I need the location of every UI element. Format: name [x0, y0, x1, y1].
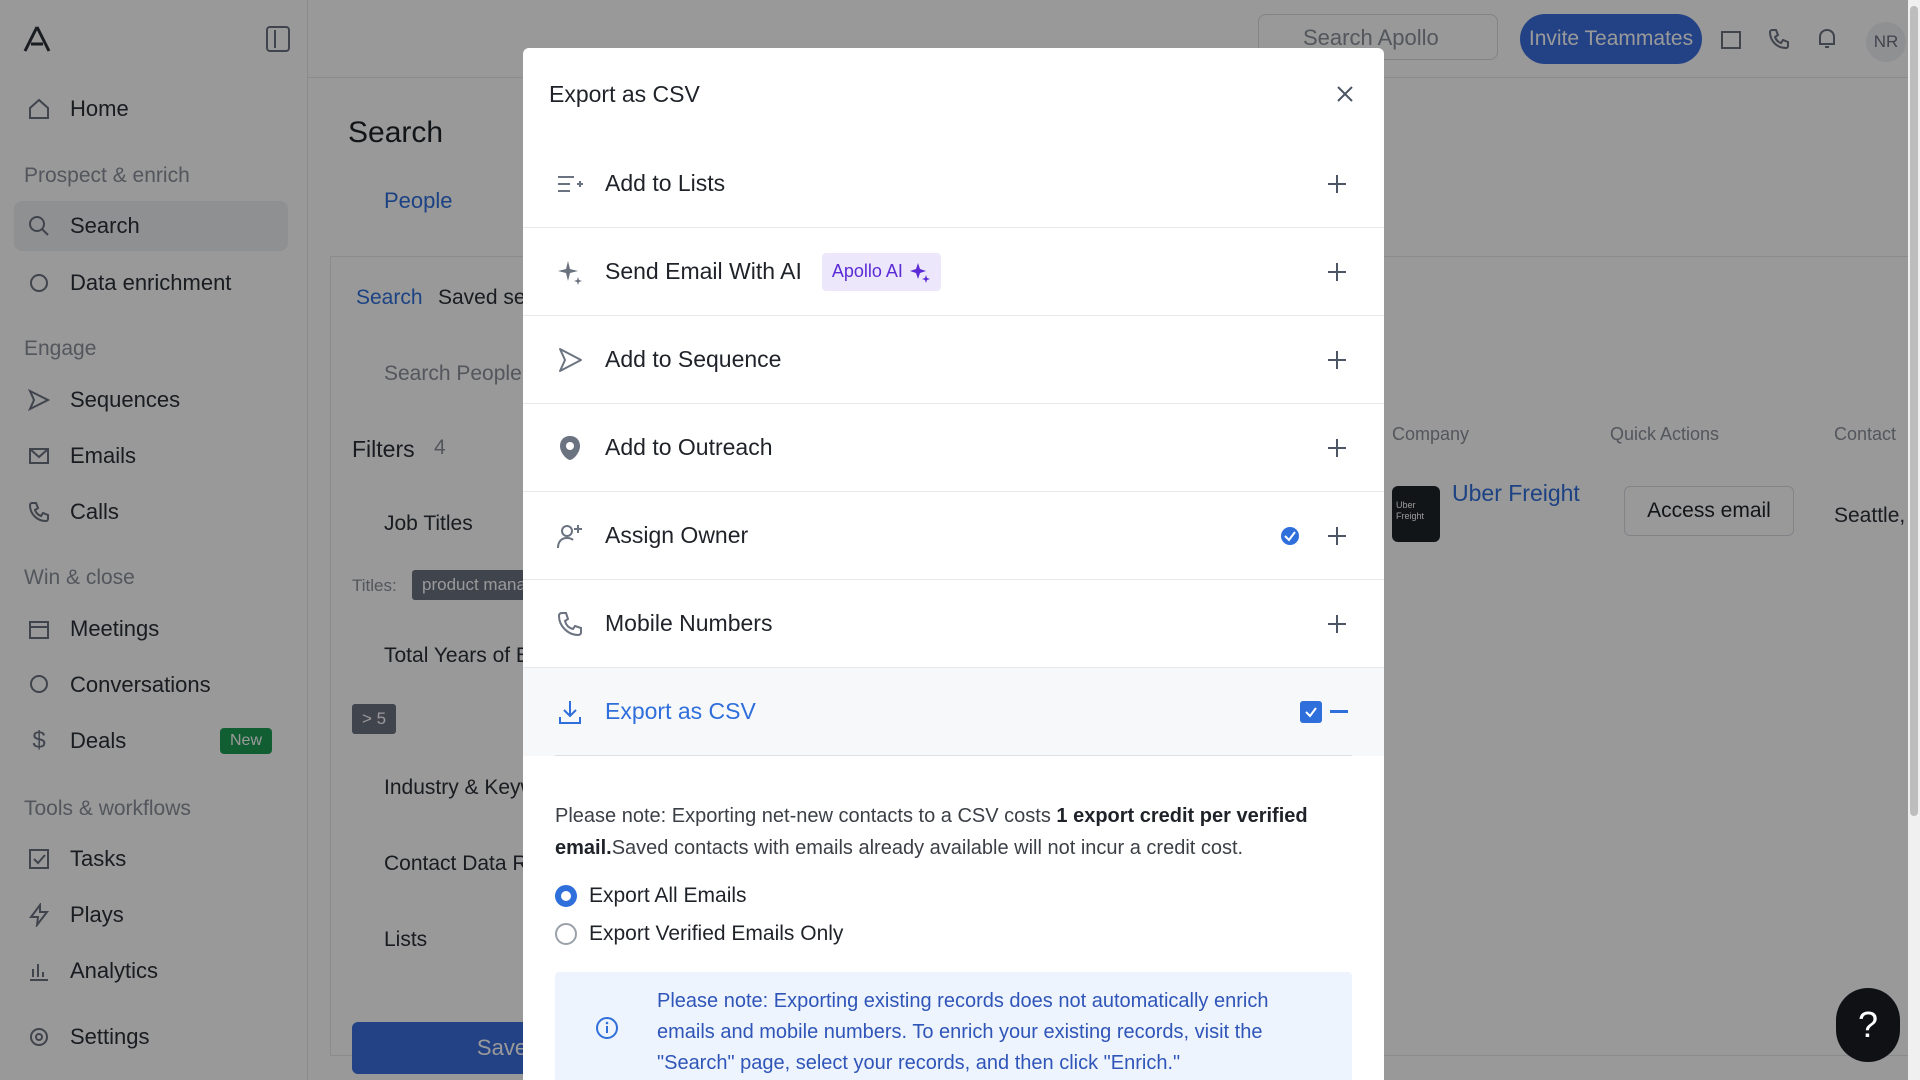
option-send-email-ai[interactable]: Send Email With AI Apollo AI: [523, 228, 1384, 316]
info-icon: [596, 1017, 618, 1039]
option-add-to-sequence[interactable]: Add to Sequence: [523, 316, 1384, 404]
export-csv-section: Export as CSV: [523, 668, 1384, 756]
sparkle-icon: [909, 262, 930, 283]
download-icon: [555, 697, 585, 727]
radio-export-verified[interactable]: Export Verified Emails Only: [555, 922, 1352, 946]
radio-button-selected[interactable]: [555, 885, 577, 907]
plus-icon[interactable]: [1324, 523, 1350, 549]
option-add-to-outreach[interactable]: Add to Outreach: [523, 404, 1384, 492]
plus-icon[interactable]: [1324, 171, 1350, 197]
radio-label: Export Verified Emails Only: [589, 922, 844, 945]
option-add-to-lists[interactable]: Add to Lists: [523, 140, 1384, 228]
modal-header: Export as CSV: [523, 48, 1384, 140]
phone-icon: [555, 609, 585, 639]
option-label: Send Email With AI Apollo AI: [605, 252, 1324, 291]
option-label: Mobile Numbers: [605, 610, 773, 636]
option-label: Add to Sequence: [605, 346, 782, 372]
export-checkbox[interactable]: [1300, 700, 1322, 723]
plus-icon[interactable]: [1324, 435, 1350, 461]
modal-title: Export as CSV: [549, 80, 700, 107]
collapse-minus-icon[interactable]: [1330, 710, 1348, 713]
plus-icon[interactable]: [1324, 259, 1350, 285]
option-assign-owner[interactable]: Assign Owner: [523, 492, 1384, 580]
close-icon[interactable]: [1330, 79, 1360, 109]
info-text: Please note: Exporting existing records …: [657, 990, 1269, 1074]
export-options: Please note: Exporting net-new contacts …: [523, 756, 1384, 1080]
option-label: Assign Owner: [605, 522, 749, 548]
note-text: Please note: Exporting net-new contacts …: [555, 805, 1057, 827]
badge-label: Apollo AI: [831, 261, 903, 281]
option-label: Add to Outreach: [605, 434, 773, 460]
export-modal: Export as CSV Add to Lists Send Email Wi…: [523, 48, 1384, 1080]
scrollbar-thumb[interactable]: [1910, 6, 1918, 816]
apollo-ai-badge: Apollo AI: [821, 252, 941, 291]
plus-icon[interactable]: [1324, 611, 1350, 637]
plus-icon[interactable]: [1324, 347, 1350, 373]
option-label-text: Send Email With AI: [605, 258, 802, 284]
credit-note: Please note: Exporting net-new contacts …: [555, 800, 1352, 864]
user-add-icon: [555, 521, 585, 551]
radio-export-all[interactable]: Export All Emails: [555, 884, 1352, 908]
outreach-icon: [555, 433, 585, 463]
list-add-icon: [555, 169, 585, 199]
info-callout: Please note: Exporting existing records …: [555, 972, 1352, 1080]
radio-button[interactable]: [555, 923, 577, 945]
radio-label: Export All Emails: [589, 884, 747, 907]
option-mobile-numbers[interactable]: Mobile Numbers: [523, 580, 1384, 668]
help-button[interactable]: ?: [1836, 988, 1900, 1062]
page-scrollbar[interactable]: [1908, 0, 1920, 1080]
option-label: Add to Lists: [605, 170, 726, 196]
export-csv-header[interactable]: Export as CSV: [555, 668, 1352, 756]
option-label: Export as CSV: [605, 698, 756, 724]
note-text-2: Saved contacts with emails already avail…: [611, 837, 1244, 859]
sparkle-icon: [555, 257, 585, 287]
send-icon: [555, 345, 585, 375]
verified-check-icon: [1281, 526, 1299, 545]
